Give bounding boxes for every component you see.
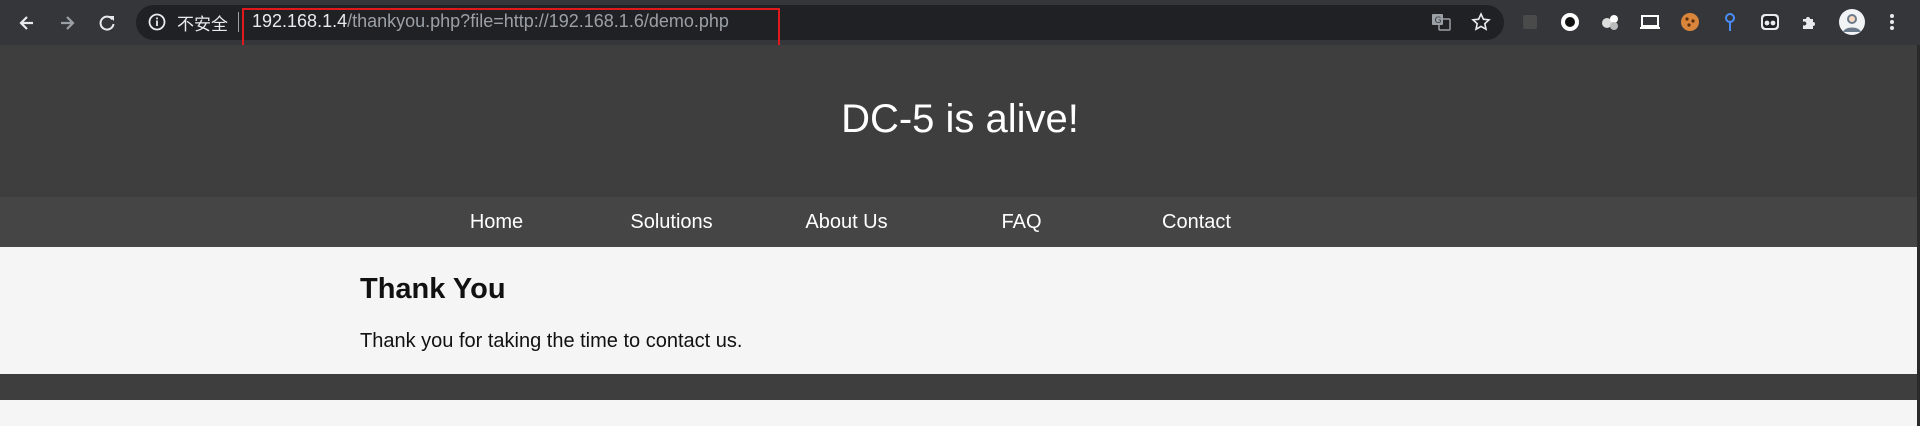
cookie-icon [1681, 13, 1699, 31]
location-pin-icon [1725, 13, 1735, 31]
translate-icon: G [1432, 14, 1451, 31]
extension-button-1[interactable] [1518, 10, 1542, 34]
laptop-icon [1640, 15, 1660, 29]
profile-button[interactable] [1838, 8, 1866, 36]
page-bottom [0, 400, 1920, 426]
nav-solutions[interactable]: Solutions [584, 211, 759, 234]
extension-button-2[interactable] [1558, 10, 1582, 34]
forward-icon [61, 16, 75, 30]
extension-button-7[interactable] [1758, 10, 1782, 34]
site-footer [0, 374, 1920, 400]
profile-avatar [1839, 9, 1865, 35]
bookmark-star-icon [1471, 12, 1491, 31]
puzzle-icon [1803, 17, 1815, 29]
site-header: DC-5 is alive! [0, 45, 1920, 197]
back-icon [19, 16, 33, 30]
menu-dots-icon [1890, 14, 1894, 30]
extension-button-3[interactable] [1598, 10, 1622, 34]
nav-contact[interactable]: Contact [1109, 211, 1284, 234]
extension-button-4[interactable] [1638, 10, 1662, 34]
main-content: Thank You Thank you for taking the time … [0, 247, 1920, 374]
reload-button[interactable] [92, 8, 122, 38]
info-icon[interactable] [148, 13, 166, 31]
extension-button-6[interactable] [1718, 10, 1742, 34]
thank-you-message: Thank you for taking the time to contact… [360, 330, 743, 352]
url-highlight-box [242, 8, 780, 50]
cluster-icon [1602, 15, 1618, 30]
nav-home[interactable]: Home [409, 211, 584, 234]
page-heading: Thank You [360, 273, 506, 305]
extensions-menu-button[interactable] [1798, 10, 1822, 34]
browser-menu-button[interactable] [1880, 10, 1904, 34]
dark-square-icon [1523, 15, 1537, 29]
translate-button[interactable]: G [1430, 11, 1452, 33]
browser-toolbar: 不安全 192.168.1.4/thankyou.php?file=http:/… [0, 0, 1920, 50]
nav-faq[interactable]: FAQ [934, 211, 1109, 234]
site-nav: Home Solutions About Us FAQ Contact [0, 197, 1920, 247]
reload-icon [99, 15, 115, 31]
site-title: DC-5 is alive! [841, 97, 1079, 141]
svg-text:G: G [1435, 16, 1442, 26]
back-button[interactable] [12, 8, 42, 38]
spy-glasses-icon [1761, 14, 1779, 30]
omnibox-divider [238, 12, 239, 32]
ring-icon [1561, 13, 1579, 31]
forward-button[interactable] [52, 8, 82, 38]
extension-button-5[interactable] [1678, 10, 1702, 34]
nav-about-us[interactable]: About Us [759, 211, 934, 234]
bookmark-button[interactable] [1470, 11, 1492, 33]
security-label[interactable]: 不安全 [177, 10, 228, 35]
